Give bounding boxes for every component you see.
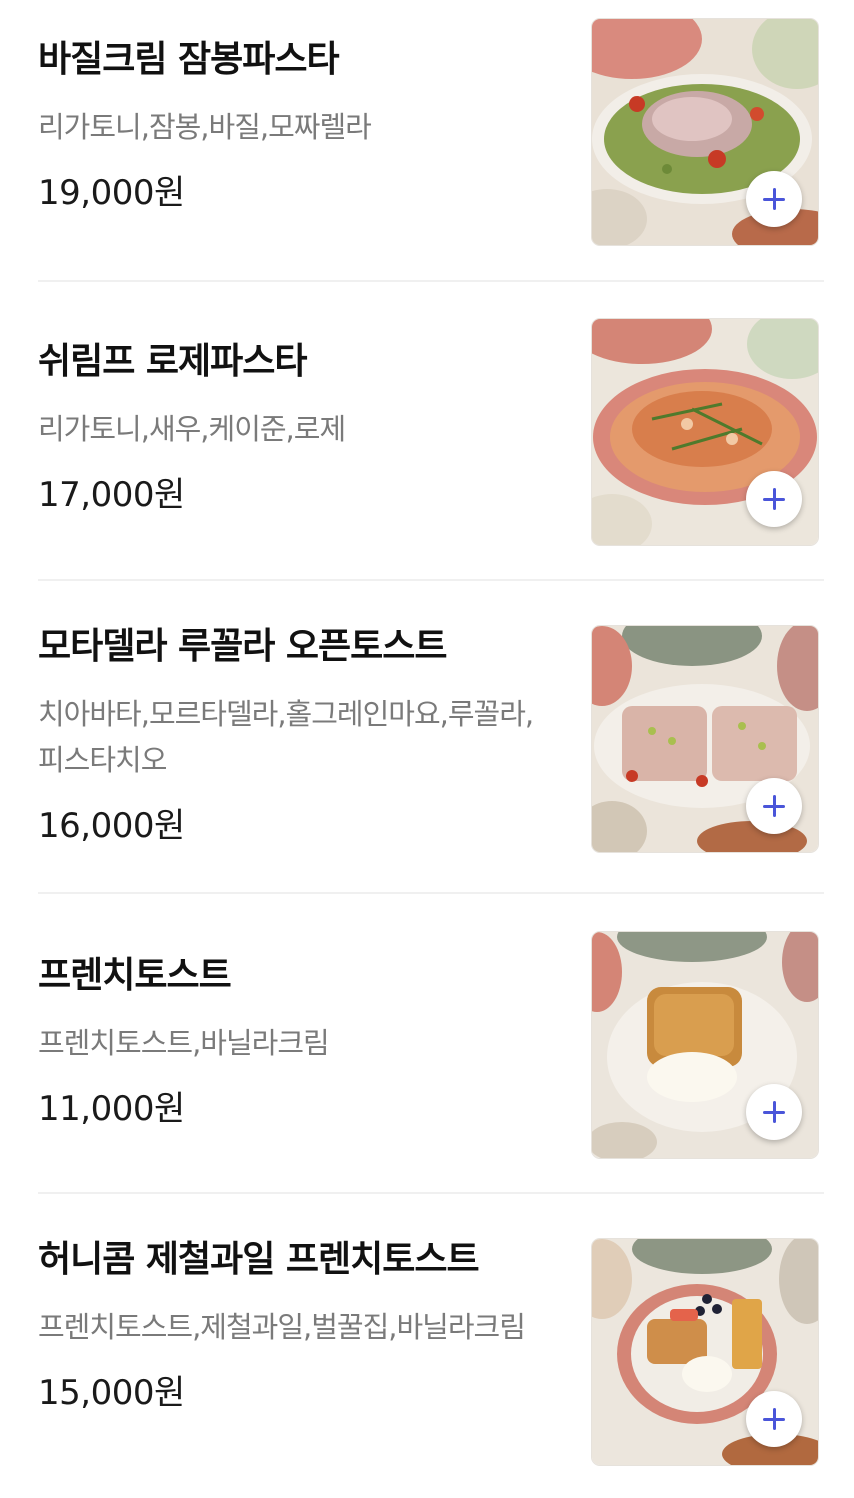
add-to-cart-button[interactable]	[746, 1084, 802, 1140]
divider	[38, 579, 824, 581]
menu-item-description: 프렌치토스트,제철과일,벌꿀집,바닐라크림	[38, 1310, 526, 1344]
menu-item-name: 쉬림프 로제파스타	[38, 341, 308, 382]
plus-icon	[763, 795, 785, 817]
shrimp-rose-pasta-photo[interactable]	[591, 318, 819, 546]
mortadella-open-toast-photo[interactable]	[591, 625, 819, 853]
menu-item-name: 프렌치토스트	[38, 955, 232, 996]
menu-item-name: 바질크림 잠봉파스타	[38, 39, 340, 80]
plus-icon	[763, 1408, 785, 1430]
menu-item-info: 바질크림 잠봉파스타 리가토니,잠봉,바질,모짜렐라 19,000원	[38, 38, 558, 214]
plus-icon	[763, 488, 785, 510]
plus-icon	[763, 1101, 785, 1123]
add-to-cart-button[interactable]	[746, 171, 802, 227]
menu-item-description: 리가토니,잠봉,바질,모짜렐라	[38, 110, 372, 144]
divider	[38, 892, 824, 894]
menu-item-price: 16,000원	[38, 806, 185, 846]
menu-item-info: 모타델라 루꼴라 오픈토스트 치아바타,모르타델라,홀그레인마요,루꼴라,피스타…	[38, 625, 558, 847]
divider	[38, 280, 824, 282]
menu-item-info: 프렌치토스트 프렌치토스트,바닐라크림 11,000원	[38, 954, 558, 1130]
menu-item-price: 11,000원	[38, 1089, 185, 1129]
menu-item-info: 쉬림프 로제파스타 리가토니,새우,케이준,로제 17,000원	[38, 340, 558, 516]
menu-item-price: 15,000원	[38, 1373, 185, 1413]
menu-item-price: 19,000원	[38, 173, 185, 213]
divider	[38, 1192, 824, 1194]
menu-item-price: 17,000원	[38, 475, 185, 515]
honeycomb-fruit-french-toast-photo[interactable]	[591, 1238, 819, 1466]
plus-icon	[763, 188, 785, 210]
menu-item-description: 리가토니,새우,케이준,로제	[38, 412, 346, 446]
french-toast-photo[interactable]	[591, 931, 819, 1159]
menu-item-name: 허니콤 제철과일 프렌치토스트	[38, 1239, 480, 1280]
basil-cream-pasta-photo[interactable]	[591, 18, 819, 246]
add-to-cart-button[interactable]	[746, 471, 802, 527]
add-to-cart-button[interactable]	[746, 1391, 802, 1447]
menu-item-description: 치아바타,모르타델라,홀그레인마요,루꼴라,피스타치오	[38, 697, 534, 777]
menu-item-info: 허니콤 제철과일 프렌치토스트 프렌치토스트,제철과일,벌꿀집,바닐라크림 15…	[38, 1238, 558, 1414]
menu-item-name: 모타델라 루꼴라 오픈토스트	[38, 626, 448, 667]
add-to-cart-button[interactable]	[746, 778, 802, 834]
menu-item-description: 프렌치토스트,바닐라크림	[38, 1026, 330, 1060]
